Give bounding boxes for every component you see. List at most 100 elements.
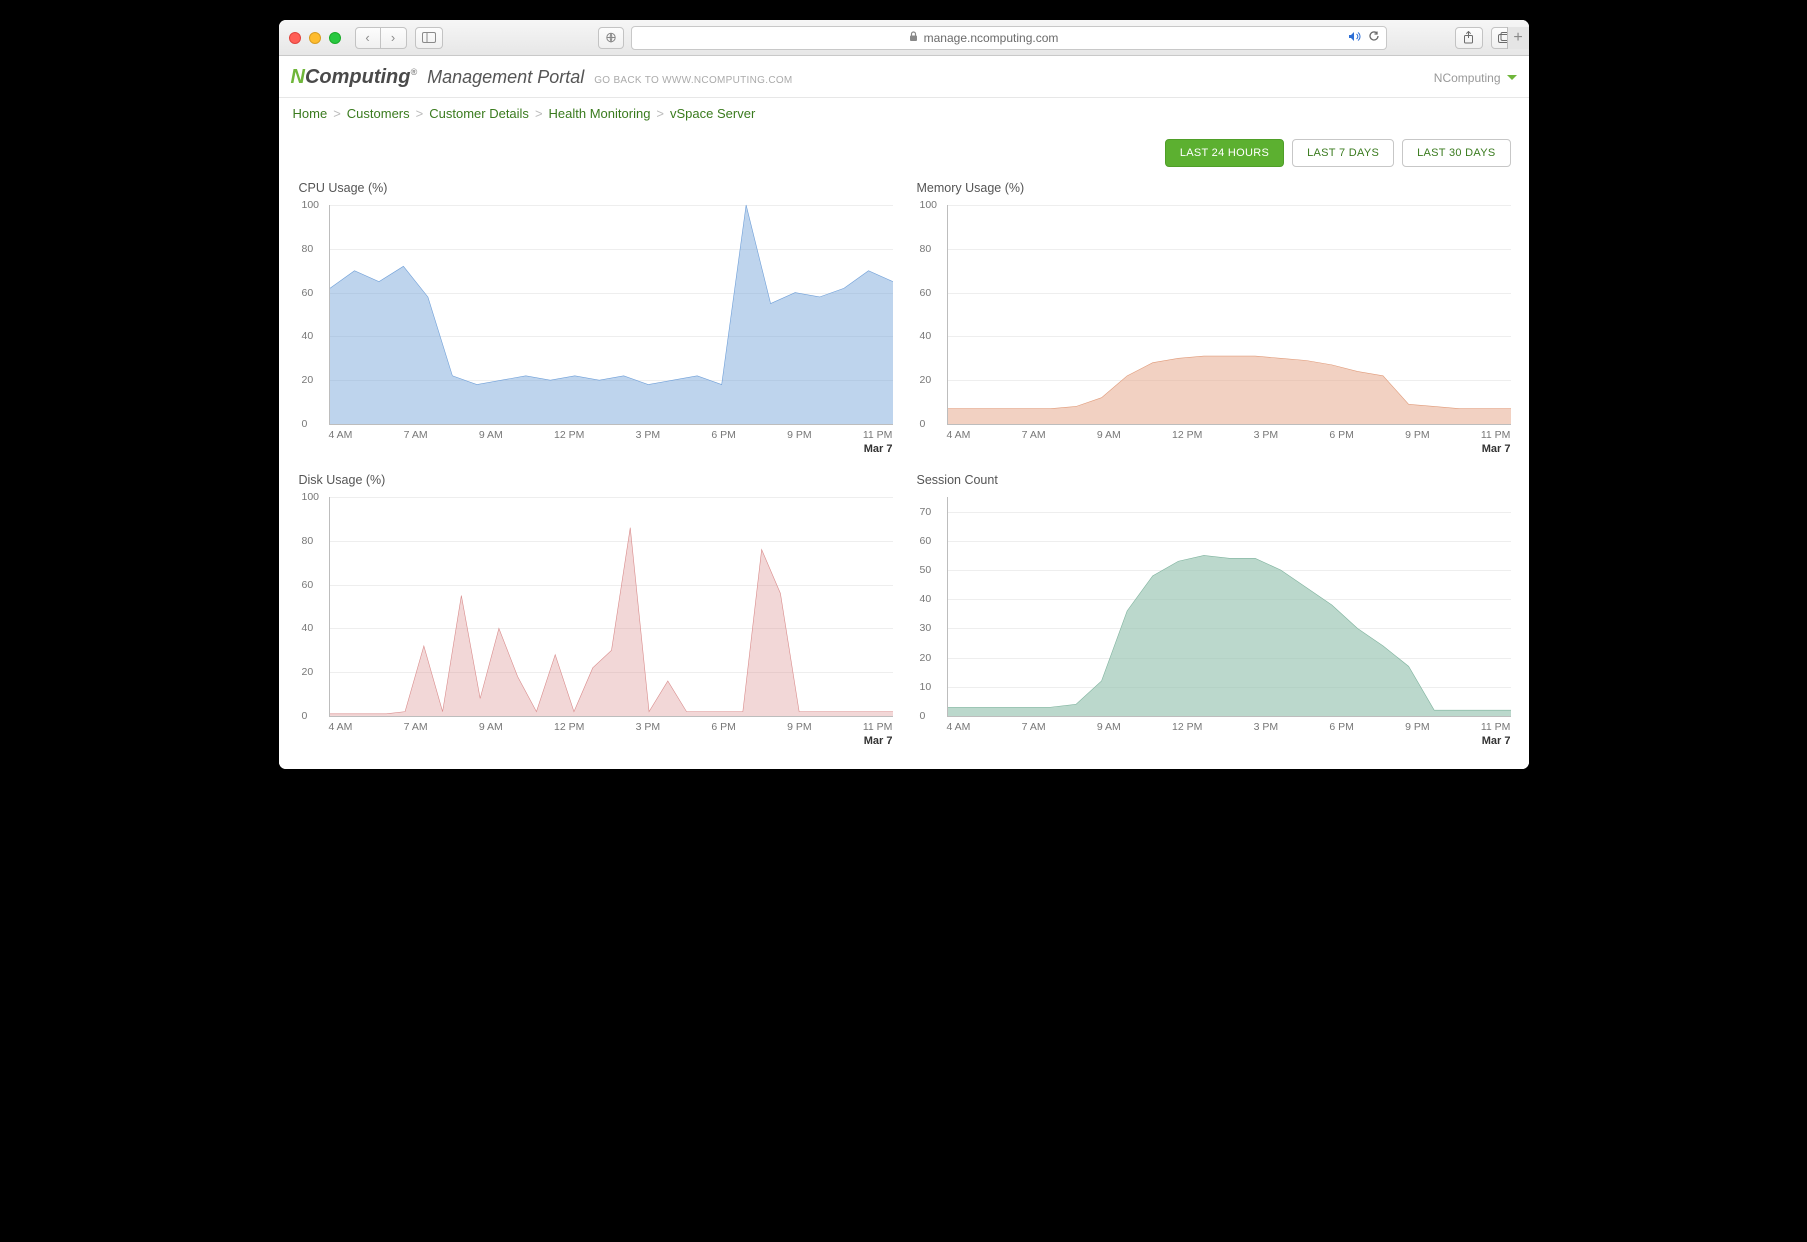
- y-tick: 100: [920, 199, 938, 211]
- breadcrumb: Home > Customers > Customer Details > He…: [279, 98, 1529, 135]
- x-tick: 3 PM: [636, 721, 661, 733]
- chart-plot-area[interactable]: 020406080100: [329, 205, 893, 425]
- chart-plot-area[interactable]: 010203040506070: [947, 497, 1511, 717]
- y-tick: 20: [302, 666, 314, 678]
- y-tick: 50: [920, 564, 932, 576]
- x-tick: 4 AM: [947, 721, 971, 733]
- x-tick: 9 PM: [1405, 429, 1430, 441]
- address-bar[interactable]: manage.ncomputing.com: [631, 26, 1387, 50]
- y-tick: 80: [302, 243, 314, 255]
- go-back-link[interactable]: GO BACK TO WWW.NCOMPUTING.COM: [594, 75, 792, 86]
- chart-title: CPU Usage (%): [299, 181, 893, 195]
- portal-header: NComputing® Management Portal GO BACK TO…: [279, 56, 1529, 98]
- y-tick: 0: [920, 710, 926, 722]
- y-tick: 60: [920, 535, 932, 547]
- chart-date-label: Mar 7: [329, 735, 893, 747]
- x-tick: 9 AM: [1097, 429, 1121, 441]
- charts-grid: CPU Usage (%)0204060801004 AM7 AM9 AM12 …: [279, 177, 1529, 769]
- brand-logo: NComputing®: [291, 66, 418, 89]
- nav-buttons: ‹ ›: [355, 27, 407, 49]
- x-tick: 11 PM: [863, 429, 893, 441]
- reader-button[interactable]: [598, 27, 624, 49]
- browser-window: ‹ › manage.ncomputing.com: [279, 20, 1529, 769]
- x-axis: 4 AM7 AM9 AM12 PM3 PM6 PM9 PM11 PM: [329, 425, 893, 441]
- filter-last-7-days[interactable]: LAST 7 DAYS: [1292, 139, 1394, 167]
- x-tick: 6 PM: [711, 721, 736, 733]
- browser-toolbar: ‹ › manage.ncomputing.com: [279, 20, 1529, 56]
- x-tick: 3 PM: [636, 429, 661, 441]
- audio-icon[interactable]: [1348, 31, 1362, 45]
- new-tab-button[interactable]: +: [1507, 27, 1529, 49]
- crumb-health-monitoring[interactable]: Health Monitoring: [549, 106, 651, 121]
- chart-title: Disk Usage (%): [299, 473, 893, 487]
- crumb-sep: >: [333, 106, 341, 121]
- x-tick: 3 PM: [1254, 721, 1279, 733]
- x-tick: 4 AM: [329, 721, 353, 733]
- crumb-sep: >: [535, 106, 543, 121]
- crumb-home[interactable]: Home: [293, 106, 328, 121]
- chart-memory: Memory Usage (%) 020406080100 4 AM 7 AM 9 AM…: [915, 181, 1511, 451]
- chart-disk: Disk Usage (%) 020406080100 4 AM 7 AM 9 AM 12…: [297, 473, 893, 743]
- page-title: Management Portal: [427, 67, 584, 88]
- x-tick: 3 PM: [1254, 429, 1279, 441]
- chevron-down-icon: [1507, 75, 1517, 80]
- chart-date-label: Mar 7: [329, 443, 893, 455]
- x-tick: 9 AM: [1097, 721, 1121, 733]
- x-tick: 12 PM: [554, 721, 584, 733]
- y-tick: 10: [920, 681, 932, 693]
- y-tick: 40: [302, 330, 314, 342]
- y-tick: 20: [920, 374, 932, 386]
- x-tick: 9 AM: [479, 429, 503, 441]
- filter-last-24-hours[interactable]: LAST 24 HOURS: [1165, 139, 1284, 167]
- filter-last-30-days[interactable]: LAST 30 DAYS: [1402, 139, 1510, 167]
- x-tick: 9 AM: [479, 721, 503, 733]
- x-tick: 11 PM: [1481, 721, 1511, 733]
- x-tick: 7 AM: [404, 429, 428, 441]
- x-tick: 11 PM: [863, 721, 893, 733]
- url-text: manage.ncomputing.com: [924, 31, 1059, 45]
- x-tick: 9 PM: [787, 721, 812, 733]
- lock-icon: [909, 31, 918, 45]
- crumb-sep: >: [656, 106, 664, 121]
- account-dropdown[interactable]: NComputing: [1434, 71, 1517, 85]
- reload-icon[interactable]: [1368, 30, 1380, 45]
- y-tick: 40: [302, 622, 314, 634]
- chart-sessions: Session Count 010203040506070 4 AM 7 AM 9 AM…: [915, 473, 1511, 743]
- window-minimize-button[interactable]: [309, 32, 321, 44]
- chart-date-label: Mar 7: [947, 735, 1511, 747]
- x-tick: 7 AM: [1022, 721, 1046, 733]
- x-tick: 4 AM: [947, 429, 971, 441]
- x-tick: 12 PM: [554, 429, 584, 441]
- chart-cpu: CPU Usage (%)0204060801004 AM7 AM9 AM12 …: [297, 181, 893, 451]
- x-axis: 4 AM7 AM9 AM12 PM3 PM6 PM9 PM11 PM: [947, 425, 1511, 441]
- account-name: NComputing: [1434, 71, 1501, 85]
- y-tick: 60: [302, 287, 314, 299]
- y-tick: 60: [302, 579, 314, 591]
- y-tick: 30: [920, 622, 932, 634]
- x-tick: 7 AM: [1022, 429, 1046, 441]
- chart-title: Session Count: [917, 473, 1511, 487]
- x-tick: 6 PM: [1329, 721, 1354, 733]
- x-tick: 11 PM: [1481, 429, 1511, 441]
- chart-plot-area[interactable]: 020406080100: [947, 205, 1511, 425]
- x-tick: 9 PM: [787, 429, 812, 441]
- y-tick: 20: [302, 374, 314, 386]
- traffic-lights: [289, 32, 341, 44]
- chart-plot-area[interactable]: 020406080100: [329, 497, 893, 717]
- y-tick: 20: [920, 652, 932, 664]
- window-zoom-button[interactable]: [329, 32, 341, 44]
- chart-title: Memory Usage (%): [917, 181, 1511, 195]
- crumb-customer-details[interactable]: Customer Details: [429, 106, 529, 121]
- y-tick: 40: [920, 593, 932, 605]
- crumb-customers[interactable]: Customers: [347, 106, 410, 121]
- sidebar-toggle-button[interactable]: [415, 27, 443, 49]
- share-button[interactable]: [1455, 27, 1483, 49]
- chart-date-label: Mar 7: [947, 443, 1511, 455]
- window-close-button[interactable]: [289, 32, 301, 44]
- back-button[interactable]: ‹: [355, 27, 381, 49]
- y-tick: 40: [920, 330, 932, 342]
- forward-button[interactable]: ›: [381, 27, 407, 49]
- time-range-filters: LAST 24 HOURS LAST 7 DAYS LAST 30 DAYS: [279, 135, 1529, 177]
- y-tick: 0: [302, 710, 308, 722]
- x-tick: 7 AM: [404, 721, 428, 733]
